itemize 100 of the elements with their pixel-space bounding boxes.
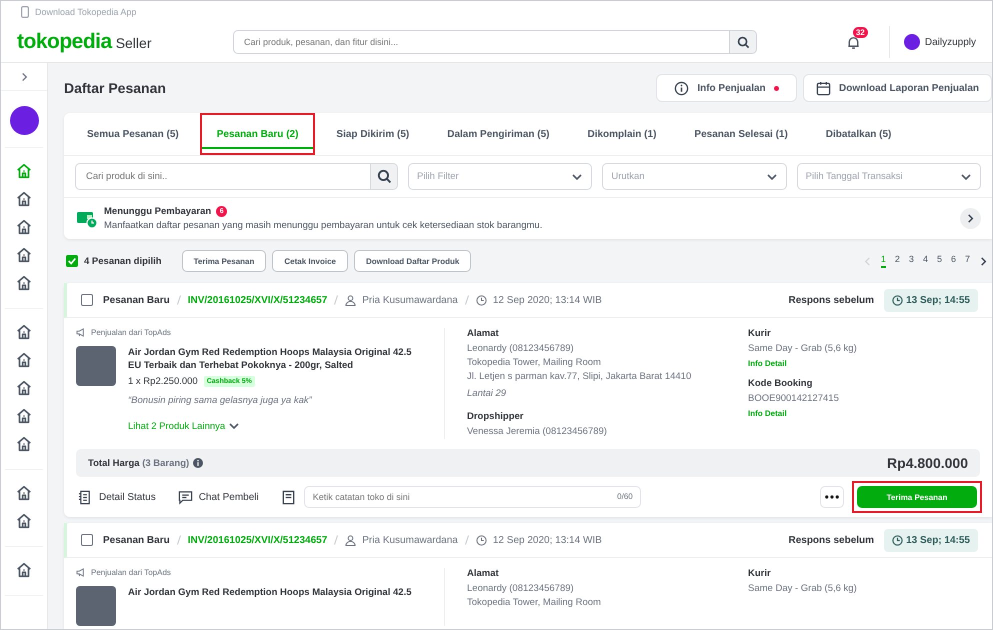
order-status: Pesanan Baru	[103, 294, 170, 306]
total-label: Total Harga (3 Barang)	[88, 458, 190, 468]
person-icon	[345, 534, 356, 546]
buyer-name: Pria Kusumawardana	[362, 294, 458, 306]
home-icon[interactable]	[15, 512, 33, 530]
slash-separator	[333, 295, 340, 305]
search-icon[interactable]	[376, 169, 392, 184]
total-price: Rp4.800.000	[887, 455, 968, 471]
checkbox[interactable]	[81, 534, 93, 546]
shop-avatar[interactable]	[904, 34, 920, 50]
page-number[interactable]: 5	[936, 254, 942, 268]
checkbox[interactable]	[81, 294, 93, 306]
search-field[interactable]: Cari produk, pesanan, dan fitur disini...	[233, 30, 729, 54]
selected-count: 4 Pesanan dipilih	[84, 256, 162, 266]
address-line: Leonardy (08123456789)	[467, 342, 575, 356]
detail-status-link[interactable]: Detail Status	[99, 492, 156, 502]
chat-icon[interactable]	[178, 490, 193, 504]
home-icon[interactable]	[15, 246, 33, 264]
page-number[interactable]: 4	[922, 254, 928, 268]
address-title: Alamat	[467, 568, 500, 579]
order-tab[interactable]: Siap Dikirim (5)	[319, 113, 426, 155]
home-icon[interactable]	[15, 379, 33, 397]
order-tab[interactable]: Dalam Pengiriman (5)	[430, 113, 566, 155]
bulk-action-button[interactable]: Cetak Invoice	[272, 250, 348, 272]
product-name[interactable]: Air Jordan Gym Red Redemption Hoops Malaysia Original 42.5	[128, 586, 412, 599]
product-name[interactable]: Air Jordan Gym Red Redemption Hoops Malaysia Original 42.5 EU Terbaik dan Terhebat Pokoknya - 200gr, Salted	[128, 346, 412, 372]
product-photo-placeholder	[76, 586, 116, 626]
info-icon[interactable]	[193, 458, 204, 468]
slash-separator	[176, 535, 182, 545]
header-action-button[interactable]: Info Penjualan	[656, 74, 797, 102]
clock-icon	[476, 534, 487, 546]
header-action-button[interactable]: Download Laporan Penjualan	[802, 74, 992, 102]
deadline-badge: 13 Sep; 14:55	[884, 288, 978, 312]
search-button[interactable]	[729, 30, 757, 54]
bell-icon[interactable]	[846, 34, 861, 50]
order-tab[interactable]: Dibatalkan (5)	[808, 113, 908, 155]
home-icon[interactable]	[15, 190, 33, 208]
address-line: Tokopedia Tower, Mailing Room	[467, 356, 602, 370]
character-counter: 0/60	[617, 492, 633, 501]
home-icon[interactable]	[15, 561, 33, 579]
more-dots-icon[interactable]	[825, 495, 839, 499]
page-number[interactable]: 2	[894, 254, 900, 268]
note-icon	[280, 490, 296, 504]
calendar-icon	[816, 80, 831, 96]
next-button[interactable]	[960, 208, 981, 229]
page-number[interactable]: 7	[964, 254, 970, 268]
page-number[interactable]: 6	[950, 254, 956, 268]
order-status: Pesanan Baru	[103, 534, 170, 546]
info-icon	[674, 80, 690, 96]
logo-suffix: Seller	[116, 35, 152, 51]
slash-separator	[464, 295, 470, 305]
clock-icon	[892, 534, 904, 546]
shop-avatar[interactable]	[10, 106, 38, 135]
quantity-price: 1 x Rp2.250.000	[128, 376, 198, 387]
document-icon[interactable]	[78, 490, 93, 504]
courier-value: Same Day - Grab (5,6 kg)	[748, 582, 857, 596]
deadline-badge: 13 Sep; 14:55	[884, 528, 978, 552]
page-number[interactable]: 3	[908, 254, 914, 268]
bulk-action-button[interactable]: Terima Pesanan	[182, 250, 266, 272]
page-title: Daftar Pesanan	[64, 80, 166, 96]
deadline-label: Respons sebelum	[788, 534, 874, 546]
home-icon[interactable]	[15, 218, 33, 236]
more-options-button[interactable]	[820, 486, 844, 508]
bulk-action-button[interactable]: Download Daftar Produk	[354, 250, 472, 272]
megaphone-icon	[76, 568, 87, 577]
chevron-right-icon[interactable]	[966, 213, 975, 224]
courier-title: Kurir	[748, 568, 772, 579]
chat-buyer-link[interactable]: Chat Pembeli	[198, 492, 259, 502]
order-tab[interactable]: Pesanan Selesai (1)	[677, 113, 805, 155]
search-button[interactable]	[370, 163, 398, 190]
clock-icon	[476, 294, 487, 306]
home-icon[interactable]	[15, 484, 33, 502]
order-date: 12 Sep 2020; 13:14 WIB	[492, 534, 602, 546]
slash-separator	[176, 295, 182, 305]
home-icon[interactable]	[15, 323, 33, 341]
home-icon[interactable]	[15, 407, 33, 425]
dropshipper-value: Venessa Jeremia (08123456789)	[467, 425, 608, 439]
dropshipper-title: Dropshipper	[467, 411, 524, 422]
booking-title: Kode Booking	[748, 378, 814, 389]
product-search-field[interactable]: Cari produk di sini..	[75, 163, 370, 190]
address-note: Lantai 29	[467, 387, 508, 401]
home-icon[interactable]	[15, 435, 33, 453]
sales-source: Penjualan dari TopAds	[91, 568, 171, 577]
courier-value: Same Day - Grab (5,6 kg)	[748, 342, 857, 356]
clock-icon	[892, 294, 904, 306]
home-icon[interactable]	[15, 351, 33, 369]
search-icon[interactable]	[736, 36, 750, 48]
order-tab[interactable]: Semua Pesanan (5)	[70, 113, 196, 155]
sales-source: Penjualan dari TopAds	[91, 328, 171, 337]
slash-separator	[464, 535, 470, 545]
shop-name[interactable]: Dailyzupply	[924, 36, 976, 48]
address-title: Alamat	[467, 328, 500, 339]
chevron-right-icon[interactable]	[979, 256, 988, 266]
megaphone-icon	[76, 328, 87, 337]
address-line: Leonardy (08123456789)	[467, 582, 575, 596]
home-icon[interactable]	[15, 274, 33, 292]
notification-badge: 32	[852, 26, 868, 38]
chevron-right-icon[interactable]	[20, 70, 28, 82]
product-photo-placeholder	[76, 346, 116, 386]
order-tab[interactable]: Dikomplain (1)	[570, 113, 674, 155]
